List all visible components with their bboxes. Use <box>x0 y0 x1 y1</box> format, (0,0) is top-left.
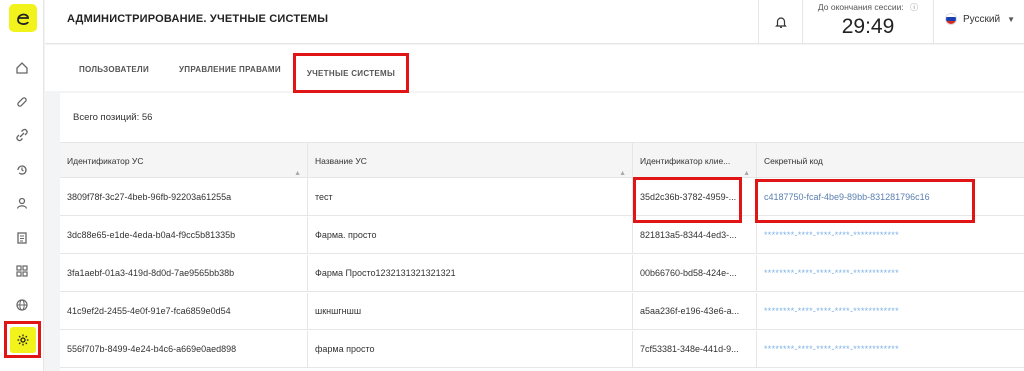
bell-icon <box>774 17 787 28</box>
table-row[interactable]: 41c9ef2d-2455-4e0f-91e7-fca6859e0d54 шкн… <box>60 293 1024 330</box>
cell-secret-code[interactable]: ********-****-****-****-************ <box>757 255 1024 292</box>
column-header-system-id[interactable]: Идентификатор УС ▲︎ <box>60 143 308 179</box>
highlight-client-id <box>633 177 742 223</box>
top-header: АДМИНИСТРИРОВАНИЕ. УЧЕТНЫЕ СИСТЕМЫ До ок… <box>45 0 1024 44</box>
pills-icon[interactable] <box>12 92 32 112</box>
table-header: Идентификатор УС ▲︎ Название УС ▲︎ Идентиф… <box>60 142 1024 179</box>
notifications-button[interactable] <box>758 0 802 44</box>
cell-system-name: тест <box>308 179 633 216</box>
column-header-client-id[interactable]: Идентификатор клие... ▲︎ <box>633 143 757 179</box>
cell-client-id: 00b66760-bd58-424e-... <box>633 255 757 292</box>
link-icon[interactable] <box>12 125 32 145</box>
column-header-system-name[interactable]: Название УС ▲︎ <box>308 143 633 179</box>
highlight-secret-code <box>755 179 975 223</box>
apps-icon[interactable] <box>12 261 32 281</box>
language-selector[interactable]: Русский ▼ <box>945 13 1015 25</box>
tab-accounting-systems[interactable]: УЧЕТНЫЕ СИСТЕМЫ <box>293 53 409 93</box>
cell-client-id: a5aa236f-e196-43e6-a... <box>633 293 757 330</box>
info-icon[interactable]: ⓘ <box>910 2 918 13</box>
tab-bar: ПОЛЬЗОВАТЕЛИ УПРАВЛЕНИЕ ПРАВАМИ УЧЕТНЫЕ … <box>45 45 1024 93</box>
globe-icon[interactable] <box>12 295 32 315</box>
sidebar-item-settings[interactable] <box>4 321 41 358</box>
tab-accounting-systems-label: УЧЕТНЫЕ СИСТЕМЫ <box>306 68 396 78</box>
cell-system-name: Фарма Просто1232131321321321 <box>308 255 633 292</box>
content-panel: Всего позиций: 56 Идентификатор УС ▲︎ Наз… <box>60 93 1024 371</box>
cell-system-name: Фарма. просто <box>308 217 633 254</box>
tab-rights-management[interactable]: УПРАВЛЕНИЕ ПРАВАМИ <box>179 65 281 74</box>
sort-icon[interactable]: ▲︎ <box>294 156 301 179</box>
session-time: 29:49 <box>841 15 895 38</box>
sidebar <box>0 0 44 371</box>
sort-icon[interactable]: ▲︎ <box>619 156 626 179</box>
home-icon[interactable] <box>12 58 32 78</box>
document-icon[interactable] <box>12 228 32 248</box>
cell-secret-code[interactable]: ********-****-****-****-************ <box>757 293 1024 330</box>
cell-system-id: 556f707b-8499-4e24-b4c6-a669e0aed898 <box>60 331 308 368</box>
cell-system-id: 3dc88e65-e1de-4eda-b0a4-f9cc5b81335b <box>60 217 308 254</box>
logo-icon <box>17 13 29 25</box>
sort-icon[interactable]: ▲︎ <box>743 156 750 179</box>
cell-system-name: шкншгншш <box>308 293 633 330</box>
language-label: Русский <box>963 13 1001 25</box>
session-label: До окончания сессии: <box>817 2 904 12</box>
cell-system-name: фарма просто <box>308 331 633 368</box>
app-logo[interactable] <box>9 4 37 32</box>
cell-client-id: 7cf53381-348e-441d-9... <box>633 331 757 368</box>
table-row[interactable]: 3fa1aebf-01a3-419d-8d0d-7ae9565bb38b Фар… <box>60 255 1024 292</box>
cell-system-id: 3809f78f-3c27-4beb-96fb-92203a61255a <box>60 179 308 216</box>
chevron-down-icon: ▼ <box>1007 14 1016 24</box>
total-count: Всего позиций: 56 <box>73 112 153 123</box>
cell-system-id: 41c9ef2d-2455-4e0f-91e7-fca6859e0d54 <box>60 293 308 330</box>
user-icon[interactable] <box>12 193 32 213</box>
russia-flag-icon <box>945 13 957 25</box>
session-timer: До окончания сессии: ⓘ 29:49 <box>802 0 934 44</box>
table-row[interactable]: 556f707b-8499-4e24-b4c6-a669e0aed898 фар… <box>60 331 1024 368</box>
cell-system-id: 3fa1aebf-01a3-419d-8d0d-7ae9565bb38b <box>60 255 308 292</box>
cell-secret-code[interactable]: ********-****-****-****-************ <box>757 331 1024 368</box>
page-title: АДМИНИСТРИРОВАНИЕ. УЧЕТНЫЕ СИСТЕМЫ <box>67 13 329 25</box>
gear-icon <box>9 326 36 353</box>
column-header-secret-code: Секретный код <box>764 156 823 166</box>
history-icon[interactable] <box>12 160 32 180</box>
tab-users[interactable]: ПОЛЬЗОВАТЕЛИ <box>79 65 149 74</box>
